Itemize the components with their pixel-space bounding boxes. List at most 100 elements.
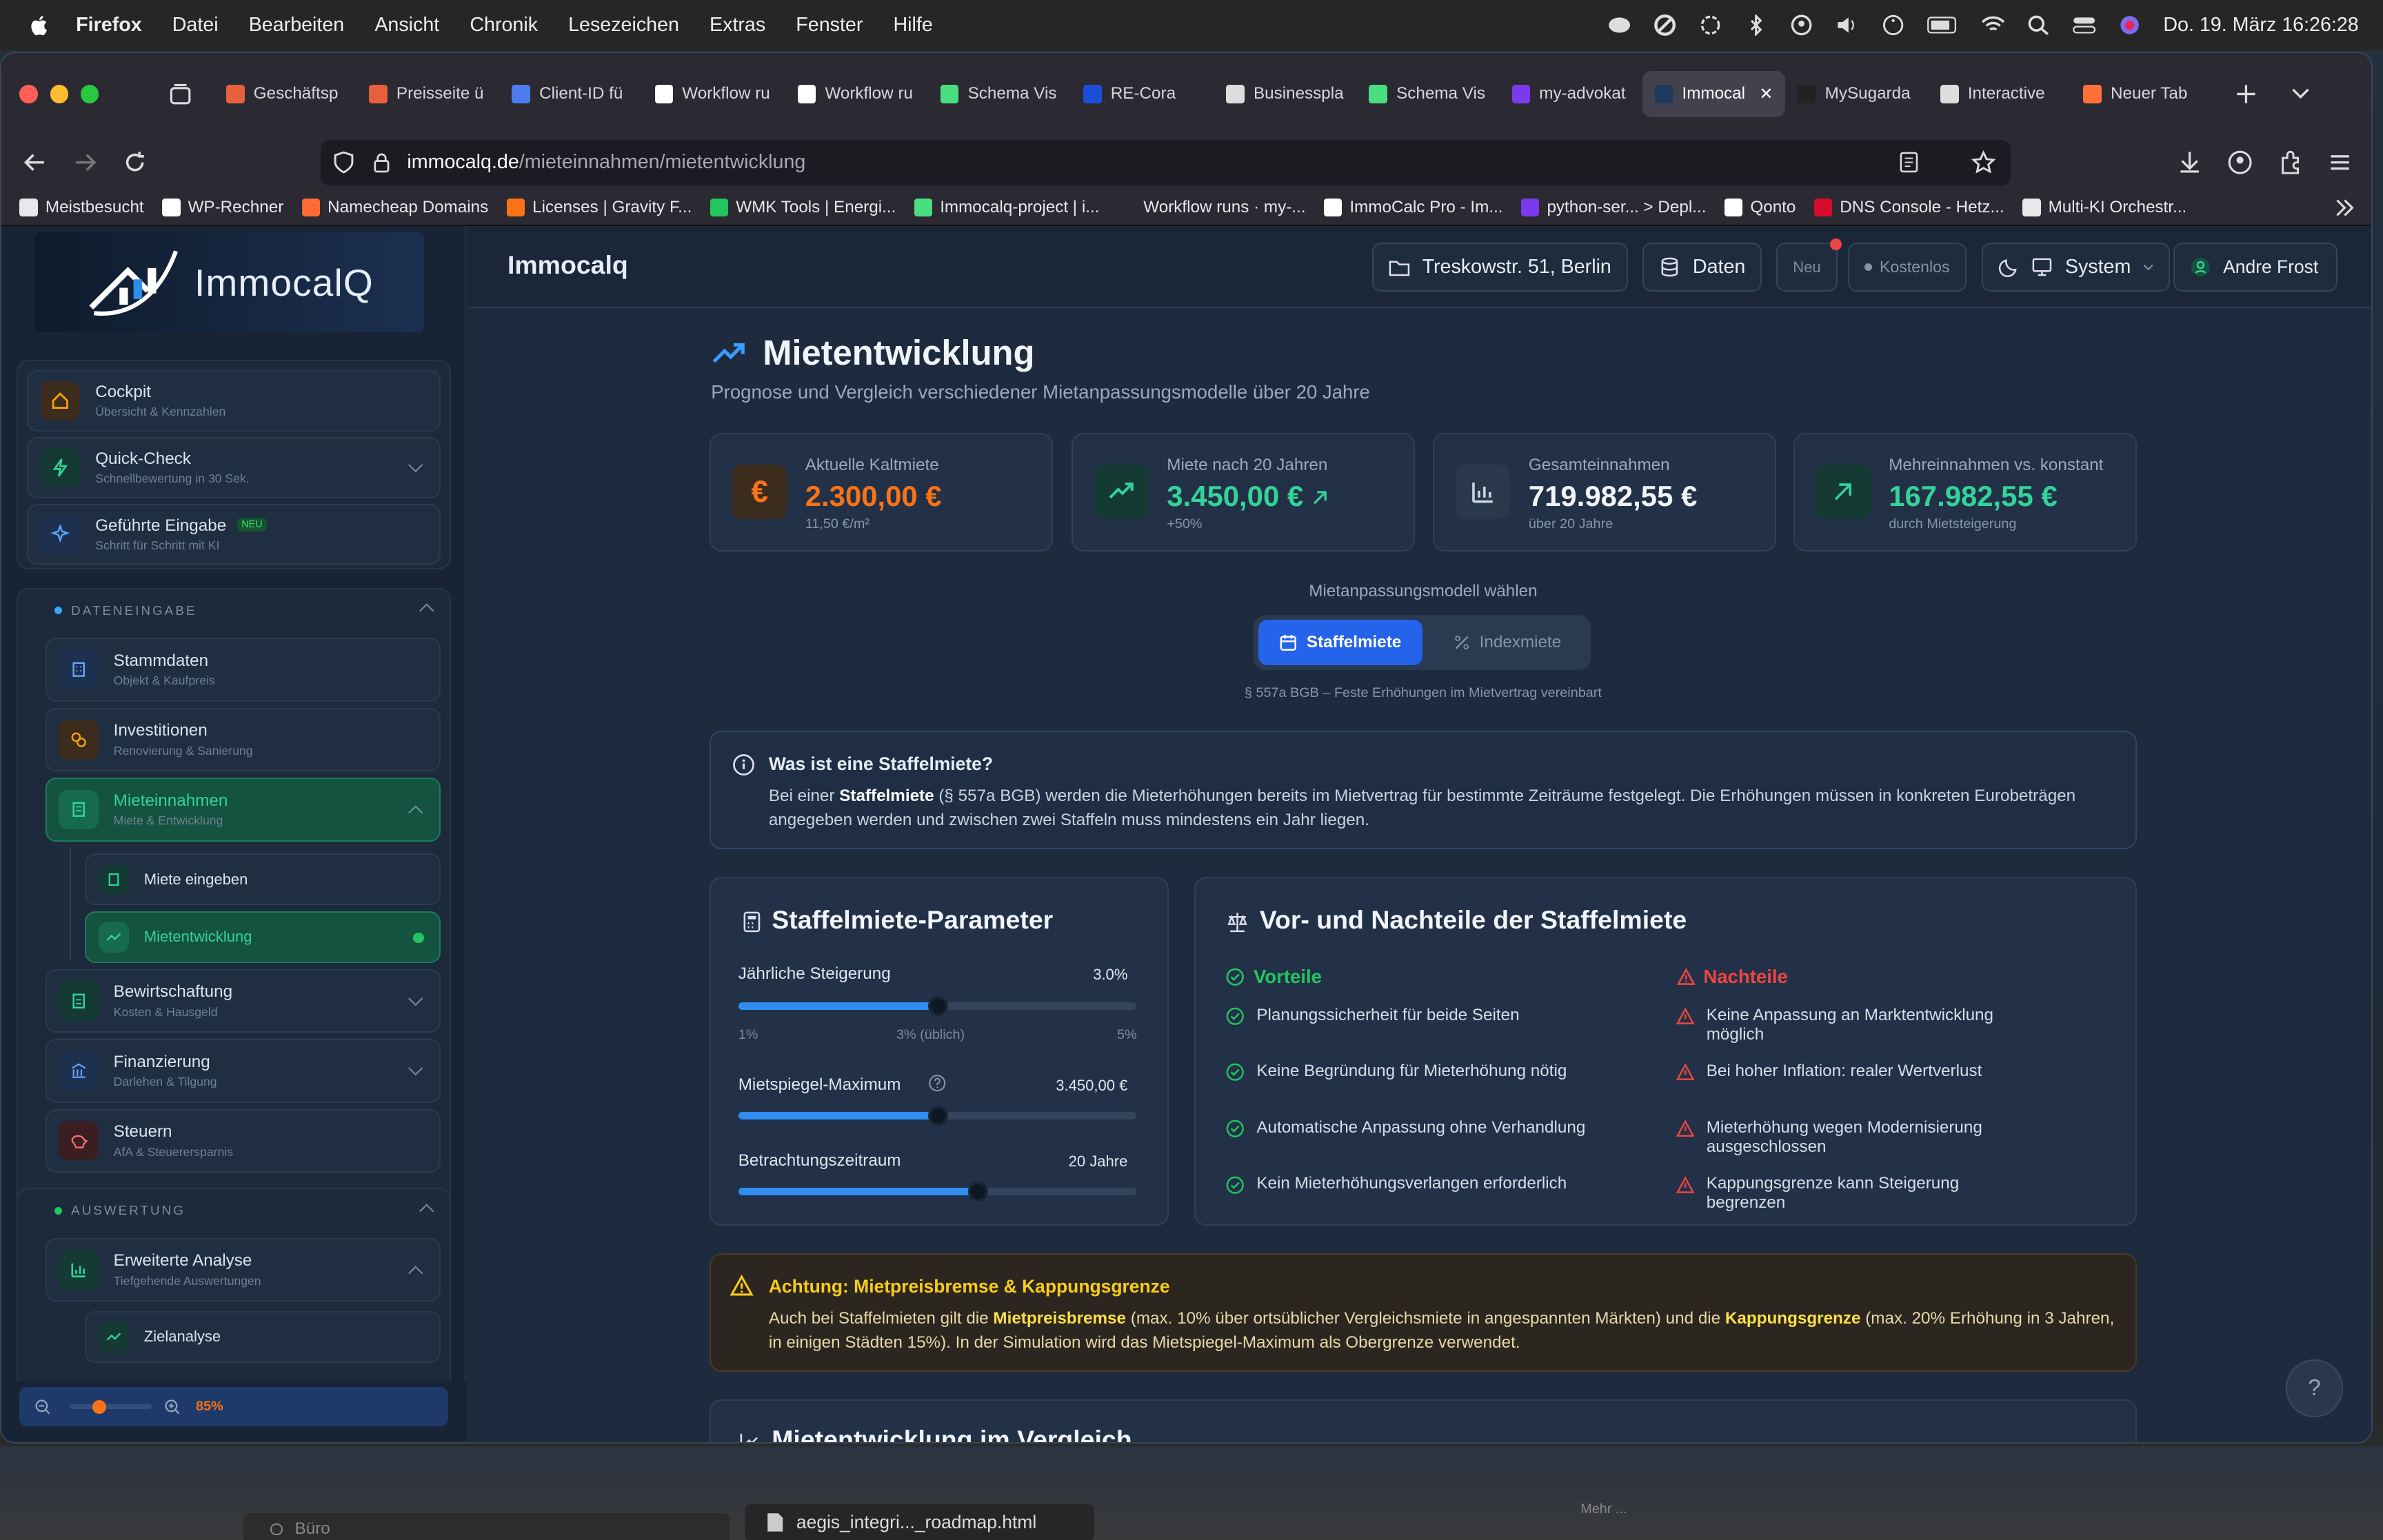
bookmark-item[interactable]: Qonto: [1724, 198, 1796, 217]
slider-handle[interactable]: [968, 1182, 988, 1202]
reader-view-icon[interactable]: [1898, 152, 1920, 173]
slider-handle[interactable]: [928, 1106, 948, 1126]
elephant-icon[interactable]: [1607, 14, 1631, 36]
volume-icon[interactable]: [1835, 14, 1859, 36]
accessibility-icon[interactable]: [1881, 14, 1905, 36]
tab-indexmiete[interactable]: Indexmiete: [1430, 620, 1585, 665]
menu-chronik[interactable]: Chronik: [470, 14, 538, 37]
menubar-app-name[interactable]: Firefox: [76, 14, 142, 37]
zoom-in-icon[interactable]: [164, 1399, 181, 1415]
bookmark-item[interactable]: Immocalq-project | i...: [914, 198, 1099, 217]
zoom-slider-handle[interactable]: [92, 1399, 106, 1414]
bookmark-item[interactable]: Workflow runs · my-...: [1117, 198, 1305, 217]
dock-more[interactable]: Mehr ...: [1580, 1501, 1627, 1517]
battery-icon[interactable]: [1927, 14, 1960, 36]
extensions-icon[interactable]: [2278, 150, 2302, 174]
bookmark-item[interactable]: Namecheap Domains: [301, 198, 488, 217]
url-field[interactable]: immocalq.de/mieteinnahmen/mietentwicklun…: [320, 139, 2011, 185]
browser-tab[interactable]: RE-Cora: [1072, 71, 1214, 116]
help-button[interactable]: ?: [2285, 1359, 2344, 1418]
data-button[interactable]: Daten: [1642, 243, 1762, 292]
chevron-down-icon[interactable]: [408, 1061, 423, 1077]
menu-ansicht[interactable]: Ansicht: [374, 14, 439, 37]
nav-cockpit[interactable]: Cockpit Übersicht & Kennzahlen: [27, 370, 441, 432]
app-menu-icon[interactable]: [2328, 150, 2352, 174]
property-selector-button[interactable]: Treskowstr. 51, Berlin: [1372, 243, 1628, 292]
nav-zielanalyse[interactable]: Zielanalyse: [85, 1310, 441, 1363]
browser-tab[interactable]: Neuer Tab: [2071, 71, 2214, 116]
minimize-window-button[interactable]: [50, 85, 68, 103]
bookmark-item[interactable]: DNS Console - Hetz...: [1813, 198, 2004, 217]
rent-index-max-slider[interactable]: [738, 1106, 1137, 1126]
nav-erweiterte-analyse[interactable]: Erweiterte Analyse Tiefgehende Auswertung…: [45, 1237, 441, 1302]
section-evaluation[interactable]: AUSWERTUNG: [54, 1203, 185, 1218]
downloads-icon[interactable]: [2178, 150, 2202, 174]
menu-extras[interactable]: Extras: [710, 14, 765, 37]
bookmark-item[interactable]: Multi-KI Orchestr...: [2022, 198, 2186, 217]
annual-increase-slider[interactable]: [738, 996, 1137, 1017]
nav-mieteinnahmen[interactable]: Mieteinnahmen Miete & Entwicklung: [45, 778, 441, 842]
account-icon[interactable]: [2228, 150, 2252, 174]
browser-tab[interactable]: MySugarda: [1785, 71, 1928, 116]
menubar-clock[interactable]: Do. 19. März 16:26:28: [2163, 14, 2358, 37]
browser-tab[interactable]: Schema Vis: [928, 71, 1071, 116]
nav-bewirtschaftung[interactable]: Bewirtschaftung Kosten & Hausgeld: [45, 969, 441, 1033]
browser-tab[interactable]: Businesspla: [1214, 71, 1357, 116]
user-menu[interactable]: Andre Frost: [2173, 243, 2337, 292]
apple-icon[interactable]: [28, 13, 52, 37]
nav-stammdaten[interactable]: Stammdaten Objekt & Kaufpreis: [45, 638, 441, 702]
menu-fenster[interactable]: Fenster: [796, 14, 863, 37]
bookmark-item[interactable]: WP-Rechner: [162, 198, 283, 217]
zoom-out-icon[interactable]: [34, 1399, 51, 1415]
zoom-window-button[interactable]: [80, 85, 99, 103]
list-tabs-icon[interactable]: [2290, 83, 2311, 105]
user-circle-icon[interactable]: [1789, 14, 1813, 36]
bluetooth-icon[interactable]: [1744, 14, 1768, 36]
openai-icon[interactable]: [1698, 14, 1722, 36]
chevron-up-icon[interactable]: [408, 805, 423, 820]
back-icon[interactable]: [23, 150, 47, 174]
browser-tab[interactable]: Geschäftsp: [214, 71, 356, 116]
browser-tab[interactable]: Schema Vis: [1357, 71, 1500, 116]
nav-finanzierung[interactable]: Finanzierung Darlehen & Tilgung: [45, 1039, 441, 1103]
menu-datei[interactable]: Datei: [172, 14, 219, 37]
menu-bearbeiten[interactable]: Bearbeiten: [249, 14, 345, 37]
chevron-down-icon[interactable]: [408, 991, 423, 1006]
logo[interactable]: ImmocalQ: [34, 232, 424, 333]
browser-tab[interactable]: Workflow ru: [643, 71, 785, 116]
menu-hilfe[interactable]: Hilfe: [893, 14, 932, 37]
forward-icon[interactable]: [73, 150, 97, 174]
new-tab-icon[interactable]: [2235, 83, 2257, 105]
tab-staffelmiete[interactable]: Staffelmiete: [1258, 620, 1422, 666]
chevron-down-icon[interactable]: [408, 458, 423, 474]
help-circle-icon[interactable]: [928, 1074, 946, 1092]
browser-tab[interactable]: Preisseite ü: [357, 71, 500, 116]
siri-icon[interactable]: [2118, 14, 2142, 36]
tracking-shield-icon[interactable]: [332, 151, 355, 174]
plan-badge[interactable]: Kostenlos: [1847, 243, 1967, 292]
bookmark-star-icon[interactable]: [1971, 150, 1995, 174]
bookmark-item[interactable]: Licenses | Gravity F...: [506, 198, 692, 217]
browser-tab[interactable]: my-advokat: [1500, 71, 1642, 116]
browser-tab[interactable]: Workflow ru: [785, 71, 928, 116]
slider-handle[interactable]: [928, 996, 948, 1017]
wifi-icon[interactable]: [1981, 14, 2005, 36]
reload-icon[interactable]: [123, 150, 147, 174]
browser-tab[interactable]: Interactive: [1929, 71, 2071, 116]
zoom-slider[interactable]: [70, 1399, 152, 1414]
close-tab-icon[interactable]: ✕: [1759, 83, 1773, 104]
theme-selector[interactable]: System: [1981, 243, 2171, 292]
chevron-up-icon[interactable]: [419, 602, 434, 618]
browser-tab[interactable]: Client-ID fü: [500, 71, 643, 116]
nav-guided-input[interactable]: Geführte Eingabe NEU Schritt für Schritt …: [27, 504, 441, 565]
bookmark-item[interactable]: ImmoCalc Pro - Im...: [1323, 198, 1503, 217]
nav-quick-check[interactable]: Quick-Check Schnellbewertung in 30 Sek.: [27, 437, 441, 498]
section-data-input[interactable]: DATENEINGABE: [54, 603, 197, 618]
nosign-icon[interactable]: [1653, 14, 1677, 36]
chevron-up-icon[interactable]: [419, 1203, 434, 1219]
control-center-icon[interactable]: [2072, 14, 2096, 36]
menu-lesezeichen[interactable]: Lesezeichen: [568, 14, 679, 37]
spotlight-search-icon[interactable]: [2027, 14, 2051, 36]
bookmark-item[interactable]: Meistbesucht: [19, 198, 144, 217]
close-window-button[interactable]: [19, 85, 38, 103]
